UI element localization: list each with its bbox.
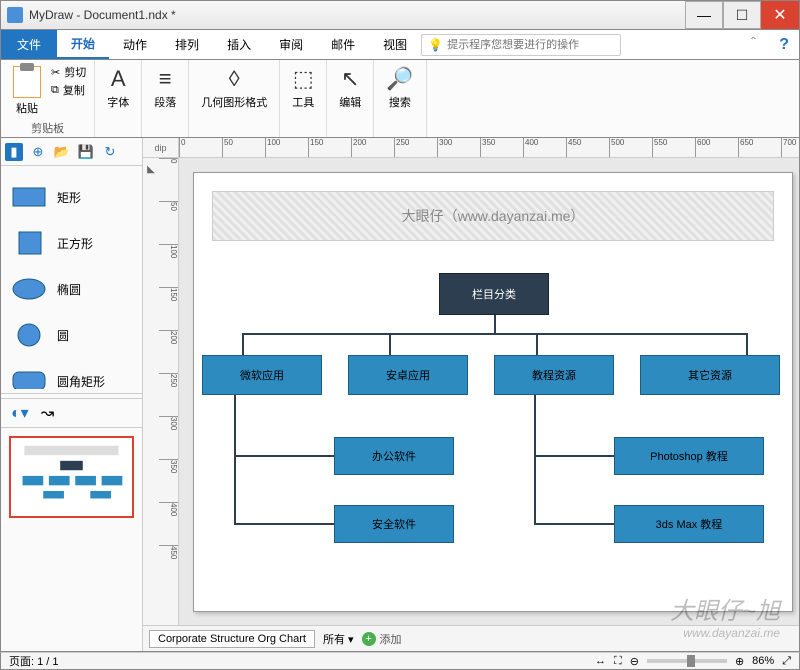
ribbon-group-paragraph: ≡段落 — [142, 60, 189, 137]
pointer-icon: ↖ — [341, 66, 359, 92]
geometry-button[interactable]: ◊几何图形格式 — [197, 64, 271, 112]
tab-mail[interactable]: 邮件 — [317, 30, 369, 59]
page-tab-all[interactable]: 所有 ▾ — [323, 631, 354, 647]
ribbon-tabs: 文件 开始 动作 排列 插入 审阅 邮件 视图 💡 ＾ ? — [0, 30, 800, 60]
ribbon: 粘贴 ✂剪切 ⧉复制 剪贴板 A字体 ≡段落 ◊几何图形格式 ⬚工具 ↖编辑 🔎… — [0, 60, 800, 138]
edit-button[interactable]: ↖编辑 — [335, 64, 365, 112]
ribbon-group-clipboard: 粘贴 ✂剪切 ⧉复制 剪贴板 — [1, 60, 95, 137]
tab-view[interactable]: 视图 — [369, 30, 421, 59]
node-child-left-1[interactable]: 安全软件 — [334, 505, 454, 543]
collapse-ribbon-icon[interactable]: ＾ — [737, 33, 769, 57]
new-shape-icon[interactable]: ⊕ — [29, 143, 47, 161]
node-l1-0[interactable]: 微软应用 — [202, 355, 322, 395]
titlebar: MyDraw - Document1.ndx * — ☐ ✕ — [0, 0, 800, 30]
page-tabs: Corporate Structure Org Chart 所有 ▾ +添加 — [143, 625, 799, 651]
fit-width-icon[interactable]: ↔ — [595, 655, 606, 667]
shapes-filter-toolbar: ◐▾ ↝ — [1, 398, 142, 428]
window-title: MyDraw - Document1.ndx * — [29, 8, 685, 22]
save-icon[interactable]: 💾 — [77, 143, 95, 161]
plus-icon: + — [362, 632, 376, 646]
banner[interactable]: 大眼仔（www.dayanzai.me） — [212, 191, 774, 241]
shapes-panel-toolbar: ▮ ⊕ 📂 💾 ↻ — [1, 138, 142, 166]
font-button[interactable]: A字体 — [103, 64, 133, 112]
vertical-toolbar: ◣ — [143, 158, 159, 625]
copy-icon: ⧉ — [51, 84, 59, 97]
ribbon-search[interactable]: 💡 — [421, 34, 621, 56]
page-thumbnails — [1, 428, 142, 651]
tab-file[interactable]: 文件 — [1, 30, 57, 59]
geometry-icon: ◊ — [229, 66, 240, 92]
paste-button[interactable]: 粘贴 — [9, 64, 45, 118]
main-area: ▮ ⊕ 📂 💾 ↻ 矩形 正方形 椭圆 圆 圆角矩形 ◐▾ ↝ — [0, 138, 800, 652]
help-button[interactable]: ? — [769, 36, 799, 54]
window-buttons: — ☐ ✕ — [685, 1, 799, 29]
ribbon-group-font: A字体 — [95, 60, 142, 137]
close-button[interactable]: ✕ — [761, 1, 799, 29]
ruler-corner: dip — [143, 138, 179, 158]
zoom-slider[interactable] — [647, 659, 727, 663]
zoom-in-icon[interactable]: ⊕ — [735, 655, 744, 668]
node-child-right-1[interactable]: 3ds Max 教程 — [614, 505, 764, 543]
copy-button[interactable]: ⧉复制 — [51, 82, 86, 98]
status-bar: 页面: 1 / 1 ↔ ⛶ ⊖ ⊕ 86% ⤢ — [0, 652, 800, 670]
paragraph-button[interactable]: ≡段落 — [150, 64, 180, 112]
tools-icon: ⬚ — [293, 66, 314, 92]
shape-ellipse[interactable]: 椭圆 — [5, 266, 138, 312]
vt-triangle-icon[interactable]: ◣ — [147, 164, 155, 175]
ribbon-group-tools: ⬚工具 — [280, 60, 327, 137]
magnifier-icon: 🔎 — [386, 66, 413, 92]
refresh-icon[interactable]: ↻ — [101, 143, 119, 161]
horizontal-ruler: 0501001502002503003504004505005506006507… — [179, 138, 799, 158]
ribbon-group-search: 🔎搜索 — [374, 60, 426, 137]
page-thumbnail-1[interactable] — [9, 436, 134, 518]
canvas-area: dip 050100150200250300350400450500550600… — [143, 138, 799, 651]
expand-icon[interactable]: ⤢ — [782, 655, 791, 668]
tab-start[interactable]: 开始 — [57, 30, 109, 59]
fit-page-icon[interactable]: ⛶ — [614, 655, 622, 668]
page-indicator: 页面: 1 / 1 — [9, 653, 59, 669]
node-l1-2[interactable]: 教程资源 — [494, 355, 614, 395]
add-page-button[interactable]: +添加 — [362, 631, 402, 647]
tab-insert[interactable]: 插入 — [213, 30, 265, 59]
node-l1-1[interactable]: 安卓应用 — [348, 355, 468, 395]
app-icon — [7, 7, 23, 23]
node-child-left-0[interactable]: 办公软件 — [334, 437, 454, 475]
search-icon: 💡 — [428, 38, 443, 52]
filter-icon[interactable]: ◐▾ — [11, 403, 29, 423]
minimize-button[interactable]: — — [685, 1, 723, 29]
node-root[interactable]: 栏目分类 — [439, 273, 549, 315]
ribbon-group-geometry: ◊几何图形格式 — [189, 60, 280, 137]
shape-circle[interactable]: 圆 — [5, 312, 138, 358]
node-child-right-0[interactable]: Photoshop 教程 — [614, 437, 764, 475]
ribbon-group-label: 剪贴板 — [31, 120, 64, 136]
font-icon: A — [111, 66, 126, 92]
shapes-panel: ▮ ⊕ 📂 💾 ↻ 矩形 正方形 椭圆 圆 圆角矩形 ◐▾ ↝ — [1, 138, 143, 651]
cut-button[interactable]: ✂剪切 — [51, 64, 86, 80]
tab-arrange[interactable]: 排列 — [161, 30, 213, 59]
zoom-out-icon[interactable]: ⊖ — [630, 655, 639, 668]
ribbon-search-input[interactable] — [447, 39, 614, 51]
page-tab-1[interactable]: Corporate Structure Org Chart — [149, 630, 315, 648]
scissors-icon: ✂ — [51, 66, 60, 79]
canvas[interactable]: 大眼仔（www.dayanzai.me） 栏目分类 微软应用 安卓应用 教程资源… — [179, 158, 799, 625]
connector-icon[interactable]: ↝ — [41, 403, 54, 423]
library-icon[interactable]: ▮ — [5, 143, 23, 161]
shapes-list: 矩形 正方形 椭圆 圆 圆角矩形 — [1, 166, 142, 389]
tab-review[interactable]: 审阅 — [265, 30, 317, 59]
zoom-value: 86% — [752, 655, 774, 667]
ribbon-group-edit: ↖编辑 — [327, 60, 374, 137]
shape-rect[interactable]: 矩形 — [5, 174, 138, 220]
open-folder-icon[interactable]: 📂 — [53, 143, 71, 161]
vertical-ruler: 050100150200250300350400450 — [159, 158, 179, 625]
page[interactable]: 大眼仔（www.dayanzai.me） 栏目分类 微软应用 安卓应用 教程资源… — [193, 172, 793, 612]
shape-square[interactable]: 正方形 — [5, 220, 138, 266]
shape-roundrect[interactable]: 圆角矩形 — [5, 358, 138, 389]
tools-button[interactable]: ⬚工具 — [288, 64, 318, 112]
node-l1-3[interactable]: 其它资源 — [640, 355, 780, 395]
align-icon: ≡ — [159, 66, 172, 92]
paste-icon — [13, 66, 41, 98]
search-button[interactable]: 🔎搜索 — [382, 64, 417, 112]
tab-actions[interactable]: 动作 — [109, 30, 161, 59]
maximize-button[interactable]: ☐ — [723, 1, 761, 29]
